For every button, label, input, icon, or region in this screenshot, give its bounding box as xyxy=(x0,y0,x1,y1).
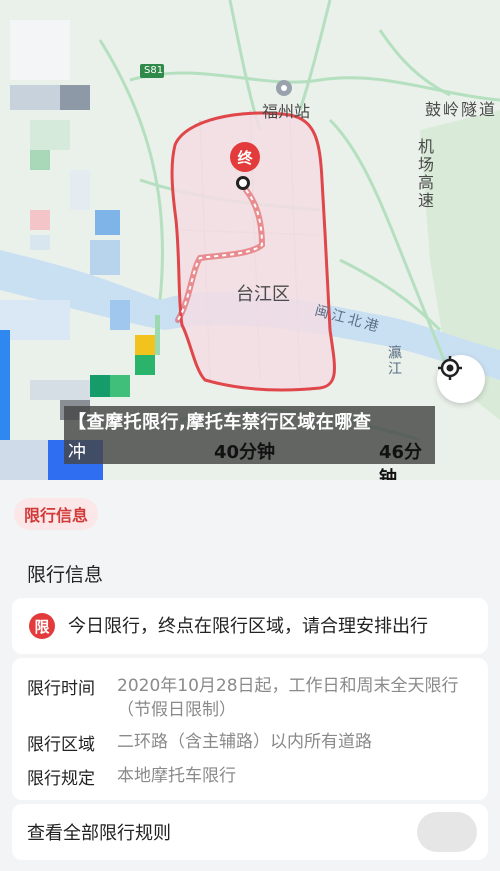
detail-key: 限行规定 xyxy=(27,769,95,789)
route2-time[interactable]: 46分钟 xyxy=(379,438,435,480)
map-view[interactable]: S81 福州站 鼓岭隧道 机场高速 台江区 闽江北港 瀛江 终 【查摩托限行,摩… xyxy=(0,0,500,480)
road-code-label: S81 xyxy=(144,65,164,76)
detail-key: 限行区域 xyxy=(27,735,95,755)
locate-button[interactable] xyxy=(437,355,485,403)
detail-value: 2020年10月28日起，工作日和周末全天限行（节假日限制） xyxy=(117,676,459,720)
restriction-details-card: 限行时间 2020年10月28日起，工作日和周末全天限行（节假日限制） 限行区域… xyxy=(12,658,488,800)
tunnel-label: 鼓岭隧道 xyxy=(425,100,498,119)
view-all-rules-button[interactable]: 查看全部限行规则 xyxy=(12,804,488,860)
overlay-title-text: 【查摩托限行,摩托车禁行区域在哪查 xyxy=(68,412,372,433)
destination-marker[interactable]: 终 xyxy=(230,142,260,176)
destination-point xyxy=(236,176,250,190)
river2-label: 瀛江 xyxy=(386,345,402,377)
restriction-sheet: 限行信息 限行信息 限 今日限行，终点在限行区域，请合理安排出行 限行时间 20… xyxy=(0,480,500,871)
alert-text: 今日限行，终点在限行区域，请合理安排出行 xyxy=(68,616,428,637)
restriction-icon: 限 xyxy=(29,613,55,639)
detail-value: 本地摩托车限行 xyxy=(117,766,236,786)
restriction-chip[interactable]: 限行信息 xyxy=(14,498,99,530)
alert-card: 限 今日限行，终点在限行区域，请合理安排出行 xyxy=(12,598,488,654)
overlay-left-text: 冲 xyxy=(68,442,86,463)
expressway-label: 机场高速 xyxy=(415,138,434,210)
district-label: 台江区 xyxy=(236,284,290,305)
article-title-overlay: 【查摩托限行,摩托车禁行区域在哪查 冲 40分钟 46分钟 xyxy=(64,406,435,480)
section-title: 限行信息 xyxy=(27,564,104,586)
blurred-watermark xyxy=(417,812,477,852)
detail-key: 限行时间 xyxy=(27,679,95,699)
station-label: 福州站 xyxy=(262,102,311,121)
view-all-rules-label: 查看全部限行规则 xyxy=(27,823,171,844)
route1-time[interactable]: 40分钟 xyxy=(214,438,275,464)
detail-value: 二环路（含主辅路）以内所有道路 xyxy=(117,732,372,752)
locate-icon xyxy=(438,356,462,380)
destination-marker-label: 终 xyxy=(230,142,260,172)
